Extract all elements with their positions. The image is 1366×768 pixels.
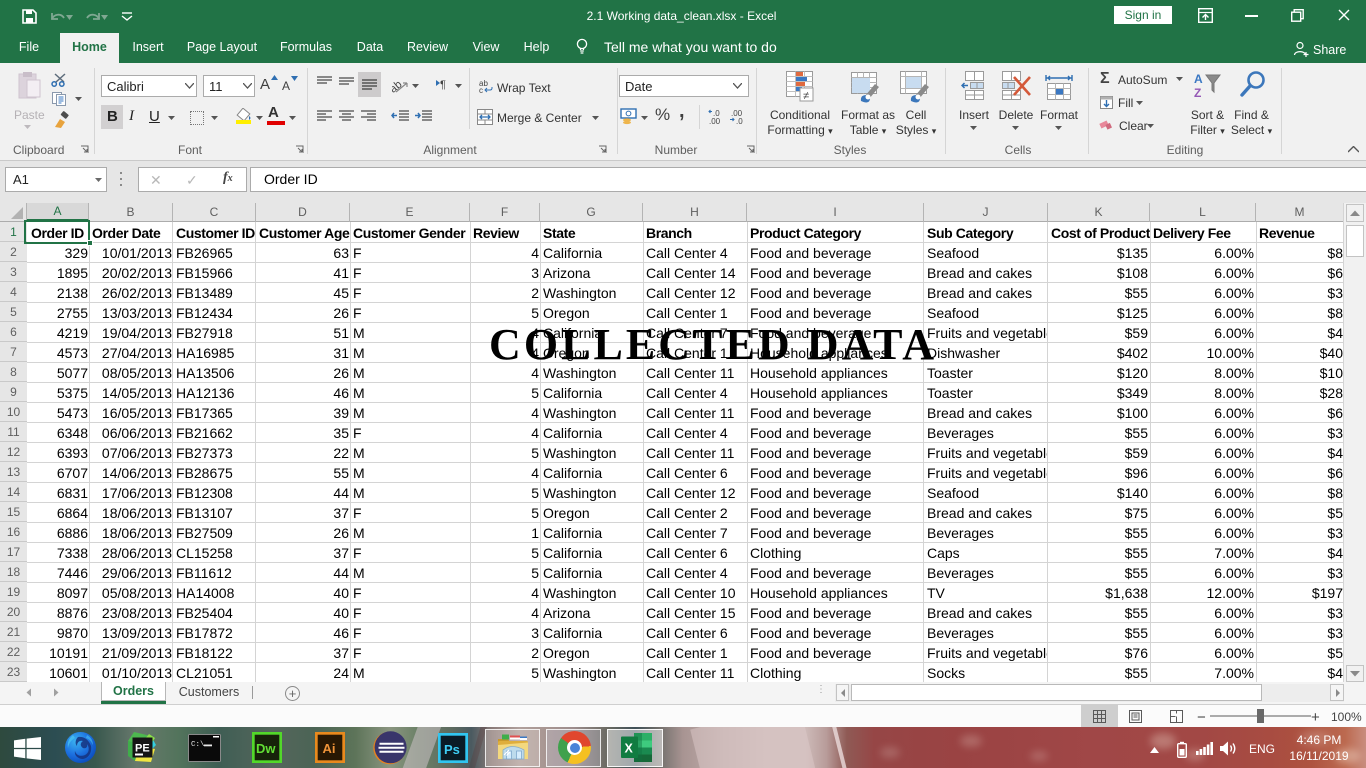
svg-text:c: c bbox=[479, 86, 483, 93]
svg-text:Ps: Ps bbox=[444, 742, 460, 757]
svg-text:Dw: Dw bbox=[256, 741, 276, 756]
svg-text:PE: PE bbox=[135, 743, 150, 755]
svg-text:Ai: Ai bbox=[323, 741, 336, 756]
svg-text:¶: ¶ bbox=[440, 79, 446, 90]
svg-text:.00: .00 bbox=[709, 117, 721, 125]
svg-text:X: X bbox=[625, 742, 634, 756]
svg-text:Z: Z bbox=[1194, 86, 1201, 100]
svg-text:C:\: C:\ bbox=[191, 741, 205, 749]
svg-text:≠: ≠ bbox=[803, 90, 809, 102]
svg-text:A: A bbox=[1194, 72, 1203, 86]
svg-text:.0: .0 bbox=[736, 117, 743, 125]
